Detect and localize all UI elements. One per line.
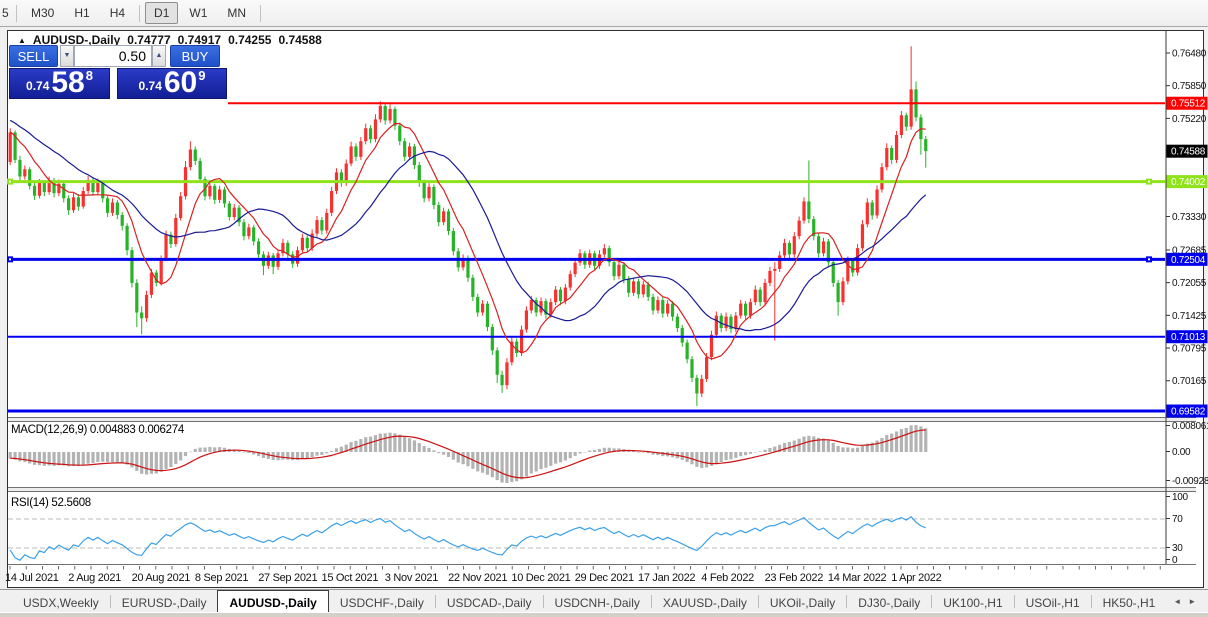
- bottom-strip: [0, 612, 1208, 617]
- trading-platform: 5 M30 H1 H4 D1 W1 MN 0.76480 0.75850 0.75220 0.7…: [0, 0, 1208, 617]
- toolbar-separator: [16, 4, 17, 22]
- timeframe-buttons: M30 H1 H4 D1 W1 MN: [21, 2, 256, 24]
- volume-increase-icon[interactable]: ▲: [152, 45, 166, 67]
- tab-usdcnh-daily[interactable]: USDCNH-,Daily: [544, 590, 651, 612]
- timeframe-M30[interactable]: M30: [22, 2, 63, 24]
- volume-decrease-icon[interactable]: ▼: [60, 45, 74, 67]
- tab-usdx-weekly[interactable]: USDX,Weekly: [12, 590, 110, 612]
- timeframe-W1[interactable]: W1: [180, 2, 216, 24]
- tab-eurusd-daily[interactable]: EURUSD-,Daily: [111, 590, 218, 612]
- timeframe-MN[interactable]: MN: [218, 2, 255, 24]
- timeframe-D1[interactable]: D1: [145, 2, 179, 24]
- buy-button[interactable]: BUY: [170, 45, 220, 67]
- tab-audusd-daily[interactable]: AUDUSD-,Daily: [217, 590, 329, 612]
- symbol-tab-bar: USDX,Weekly EURUSD-,Daily AUDUSD-,Daily USD…: [0, 589, 1208, 612]
- tab-scroll-right-icon[interactable]: ►: [1188, 597, 1196, 606]
- collapse-panel-icon[interactable]: ▲: [18, 36, 26, 45]
- ohlc-close: 0.74588: [278, 33, 322, 47]
- sell-price-sup: 8: [85, 68, 93, 83]
- sell-button[interactable]: SELL: [9, 45, 58, 67]
- sell-price-display[interactable]: 0.74 58 8: [9, 68, 110, 99]
- tab-hk50-h1[interactable]: HK50-,H1: [1092, 590, 1167, 612]
- buy-price-main: 60: [163, 66, 198, 100]
- timeframe-partial[interactable]: 5: [2, 6, 12, 20]
- tab-xauusd-daily[interactable]: XAUUSD-,Daily: [652, 590, 758, 612]
- tab-uk100-h1[interactable]: UK100-,H1: [932, 590, 1013, 612]
- sell-price-main: 58: [51, 66, 85, 100]
- tab-ukoil-daily[interactable]: UKOil-,Daily: [759, 590, 846, 612]
- tab-usdchf-daily[interactable]: USDCHF-,Daily: [329, 590, 435, 612]
- buy-price-display[interactable]: 0.74 60 9: [117, 68, 227, 99]
- tab-usdcad-daily[interactable]: USDCAD-,Daily: [436, 590, 543, 612]
- toolbar-separator: [139, 4, 141, 22]
- ohlc-low: 0.74255: [228, 33, 272, 47]
- timeframe-H4[interactable]: H4: [101, 2, 134, 24]
- buy-price-sup: 9: [198, 68, 206, 83]
- sell-price-prefix: 0.74: [26, 79, 50, 93]
- volume-input[interactable]: 0.50: [74, 45, 152, 67]
- tab-usoil-h1[interactable]: USOil-,H1: [1015, 590, 1091, 612]
- tab-dj30-daily[interactable]: DJ30-,Daily: [847, 590, 931, 612]
- tab-scroll-left-icon[interactable]: ◄: [1173, 597, 1181, 606]
- timeframe-H1[interactable]: H1: [65, 2, 98, 24]
- chart-window: [7, 30, 1204, 588]
- buy-price-prefix: 0.74: [138, 79, 162, 93]
- toolbar-separator: [260, 4, 262, 22]
- timeframe-toolbar: 5 M30 H1 H4 D1 W1 MN: [0, 0, 1208, 27]
